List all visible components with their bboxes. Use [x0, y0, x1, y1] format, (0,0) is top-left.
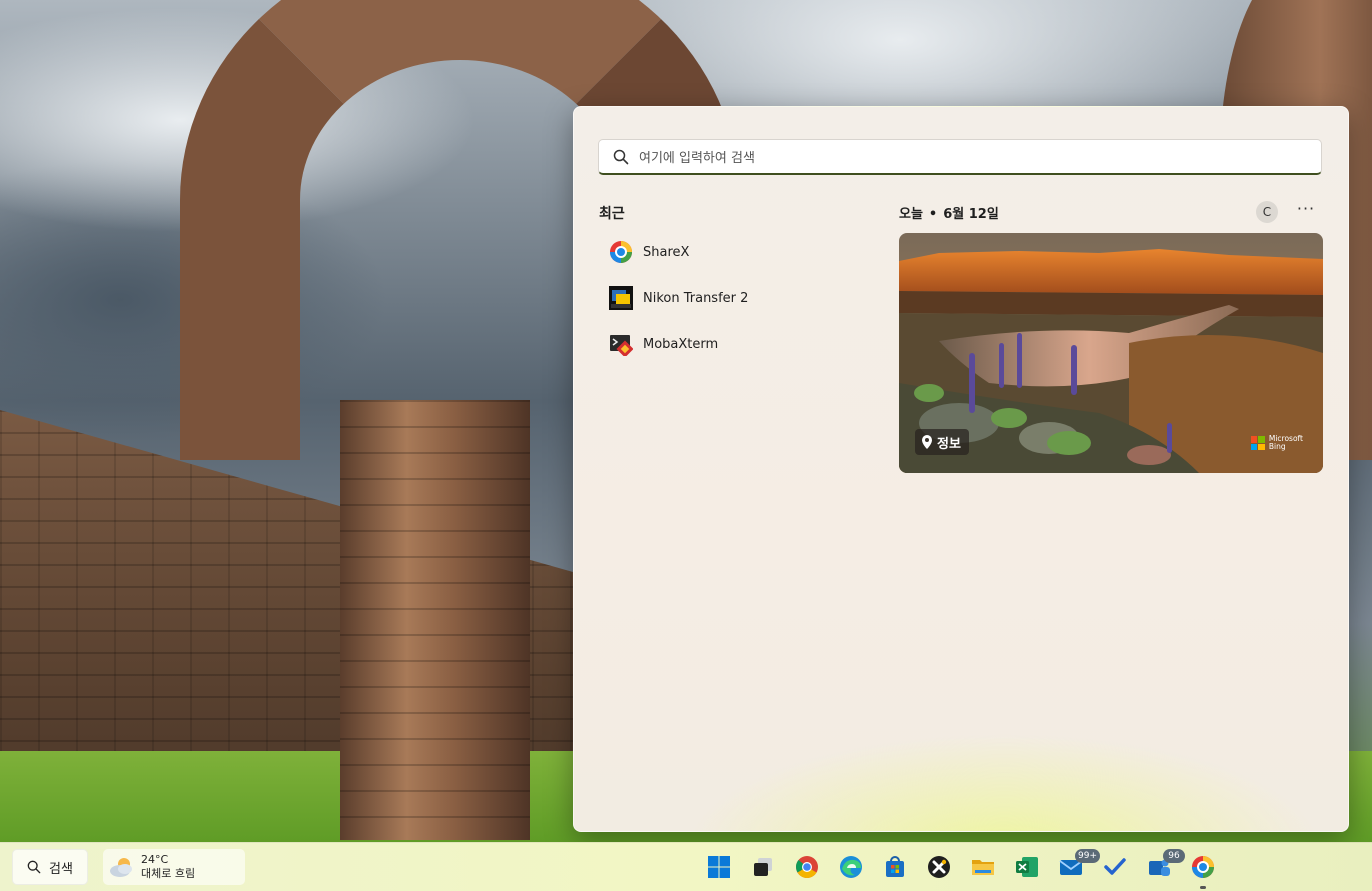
- task-view-icon: [754, 858, 772, 876]
- search-input[interactable]: [637, 143, 1301, 173]
- weather-widget[interactable]: 24°C 대체로 흐림: [103, 849, 245, 885]
- info-chip[interactable]: 정보: [915, 429, 969, 455]
- folder-icon: [972, 860, 994, 875]
- today-label: 오늘: [899, 207, 923, 222]
- store-icon: [886, 856, 904, 877]
- taskbar-chrome[interactable]: [785, 843, 829, 891]
- taskbar-search-label: 검색: [49, 861, 73, 877]
- recent-item-sharex[interactable]: ShareX: [598, 229, 878, 275]
- recent-section-title: 최근: [599, 206, 625, 222]
- taskbar-store[interactable]: [873, 843, 917, 891]
- today-date: 6월 12일: [943, 207, 999, 222]
- search-icon: [27, 860, 41, 874]
- taskbar-excel[interactable]: [1005, 843, 1049, 891]
- taskbar-file-explorer[interactable]: [961, 843, 1005, 891]
- nikon-transfer-icon: [609, 286, 633, 310]
- start-button[interactable]: [697, 843, 741, 891]
- weather-temperature: 24°C: [141, 853, 169, 866]
- windows-logo-icon: [708, 856, 730, 878]
- taskbar-edge[interactable]: [829, 843, 873, 891]
- bing-image-card[interactable]: 정보 Microsoft Bing: [899, 233, 1323, 473]
- chrome-icon: [796, 856, 818, 878]
- active-indicator: [1200, 886, 1206, 889]
- bing-logo-line2: Bing: [1268, 442, 1286, 451]
- taskbar-teams[interactable]: 96: [1137, 843, 1185, 891]
- taskbar: 검색 24°C 대체로 흐림 99+ 96: [0, 842, 1372, 891]
- taskbar-sharex[interactable]: [1181, 843, 1225, 891]
- weather-condition: 대체로 흐림: [141, 867, 196, 880]
- more-options-button[interactable]: ···: [1292, 199, 1320, 223]
- sharex-icon: [1192, 856, 1214, 878]
- separator: •: [928, 207, 938, 222]
- recent-item-label: MobaXterm: [643, 336, 719, 352]
- info-chip-label: 정보: [937, 436, 961, 452]
- partly-cloudy-icon: [110, 858, 132, 877]
- recent-item-mobaxterm[interactable]: MobaXterm: [598, 321, 878, 367]
- recent-list: ShareX Nikon Transfer 2 MobaXterm: [598, 229, 878, 367]
- edge-icon: [840, 856, 862, 878]
- taskbar-app-list: 99+ 96: [697, 843, 1225, 891]
- excel-icon: [1016, 857, 1038, 877]
- taskbar-todo[interactable]: [1093, 843, 1137, 891]
- search-flyout: 최근 ShareX Nikon Transfer 2: [573, 106, 1349, 832]
- location-pin-icon: [922, 435, 932, 449]
- todo-icon: [1104, 858, 1126, 875]
- recent-item-label: ShareX: [643, 244, 690, 260]
- xmind-icon: [928, 856, 950, 878]
- sharex-icon: [610, 241, 632, 263]
- recent-item-label: Nikon Transfer 2: [643, 290, 749, 306]
- search-icon: [613, 149, 629, 165]
- mobaxterm-icon: [610, 335, 633, 356]
- account-c-button[interactable]: C: [1256, 201, 1278, 223]
- recent-item-nikon-transfer[interactable]: Nikon Transfer 2: [598, 275, 878, 321]
- microsoft-logo-icon: [1250, 436, 1265, 450]
- today-header: 오늘 • 6월 12일: [899, 203, 999, 222]
- wallpaper-pillar: [340, 400, 530, 840]
- microsoft-bing-logo: Microsoft Bing: [1250, 435, 1303, 451]
- task-view-button[interactable]: [741, 843, 785, 891]
- taskbar-xmind[interactable]: [917, 843, 961, 891]
- taskbar-mail[interactable]: 99+: [1049, 843, 1100, 891]
- taskbar-search-button[interactable]: 검색: [12, 849, 88, 885]
- search-box[interactable]: [598, 139, 1322, 175]
